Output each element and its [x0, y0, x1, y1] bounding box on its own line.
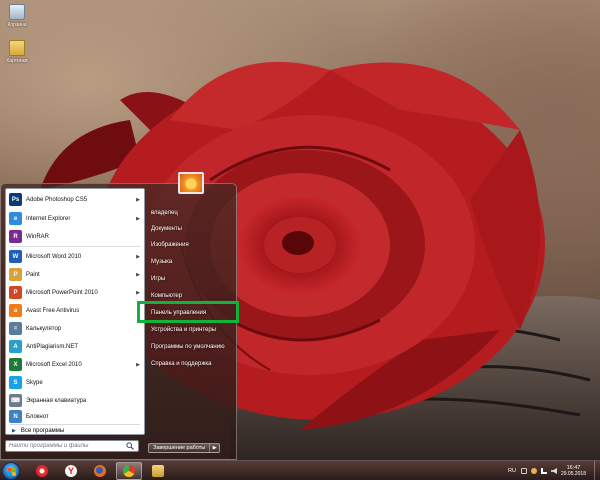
- program-label: Internet Explorer: [26, 215, 71, 222]
- pictures-link[interactable]: Изображения: [151, 242, 189, 248]
- file-explorer-icon: [152, 465, 164, 477]
- program-avast[interactable]: a Avast Free Antivirus: [6, 302, 144, 319]
- desktop-icon-label: Картинки: [6, 58, 28, 64]
- submenu-arrow-icon: ▶: [136, 361, 140, 368]
- search-icon[interactable]: [126, 442, 134, 450]
- folder-icon: [9, 40, 25, 56]
- language-indicator[interactable]: RU: [508, 468, 516, 474]
- volume-icon[interactable]: [550, 468, 557, 474]
- program-label: Avast Free Antivirus: [26, 307, 80, 314]
- program-label: Блокнот: [26, 413, 49, 420]
- flag-icon[interactable]: [530, 468, 537, 474]
- yandex-browser-icon: Y: [65, 465, 77, 477]
- shutdown-button-group: Завершение работы ▶: [148, 443, 221, 453]
- program-label: Экранная клавиатура: [26, 397, 87, 404]
- arrow-right-icon: ▶: [12, 428, 16, 434]
- program-notepad[interactable]: N Блокнот: [6, 408, 144, 425]
- shutdown-options-arrow-icon[interactable]: ▶: [210, 444, 219, 452]
- internet-explorer-icon: e: [9, 212, 22, 225]
- search-input[interactable]: [6, 443, 124, 449]
- program-calculator[interactable]: = Калькулятор: [6, 320, 144, 337]
- desktop-icon-pictures-folder[interactable]: Картинки: [2, 40, 32, 64]
- windows-logo-icon: [8, 468, 16, 476]
- antiplagiarism-icon: A: [9, 340, 22, 353]
- opera-icon: [36, 465, 48, 477]
- default-programs-link[interactable]: Программы по умолчанию: [151, 344, 225, 350]
- separator: [10, 246, 140, 247]
- notepad-icon: N: [9, 410, 22, 423]
- show-hidden-icons-icon[interactable]: [520, 468, 527, 474]
- paint-icon: P: [9, 268, 22, 281]
- user-avatar[interactable]: [178, 172, 204, 194]
- highlight-box: [137, 301, 239, 323]
- program-label: WinRAR: [26, 233, 50, 240]
- all-programs-label: Все программы: [20, 428, 65, 434]
- chrome-icon: [123, 465, 135, 477]
- winrar-icon: R: [9, 230, 22, 243]
- show-desktop-button[interactable]: [594, 461, 600, 480]
- computer-link[interactable]: Компьютер: [151, 293, 182, 299]
- program-label: Skype: [26, 379, 43, 386]
- photoshop-icon: Ps: [9, 193, 22, 206]
- yandex-taskbar-button[interactable]: Y: [58, 462, 84, 480]
- help-support-link[interactable]: Справка и поддержка: [151, 361, 211, 367]
- calculator-icon: =: [9, 322, 22, 335]
- network-icon[interactable]: [540, 468, 547, 474]
- submenu-arrow-icon: ▶: [136, 271, 140, 278]
- submenu-arrow-icon: ▶: [136, 196, 140, 203]
- program-word[interactable]: W Microsoft Word 2010 ▶: [6, 248, 144, 265]
- program-winrar[interactable]: R WinRAR: [6, 228, 144, 245]
- start-search-box[interactable]: [5, 440, 139, 452]
- program-powerpoint[interactable]: P Microsoft PowerPoint 2010 ▶: [6, 284, 144, 301]
- start-button[interactable]: [2, 462, 20, 480]
- explorer-taskbar-button[interactable]: [145, 462, 171, 480]
- chrome-taskbar-button[interactable]: [116, 462, 142, 480]
- program-photoshop[interactable]: Ps Adobe Photoshop CS5 ▶: [6, 191, 144, 208]
- program-skype[interactable]: S Skype: [6, 374, 144, 391]
- recycle-bin-icon: [9, 4, 25, 20]
- program-label: AntiPlagiarism.NET: [26, 343, 79, 350]
- shutdown-button[interactable]: Завершение работы: [149, 444, 211, 452]
- submenu-arrow-icon: ▶: [136, 215, 140, 222]
- excel-icon: X: [9, 358, 22, 371]
- program-on-screen-keyboard[interactable]: ⌨ Экранная клавиатура: [6, 392, 144, 409]
- word-icon: W: [9, 250, 22, 263]
- user-folder-link[interactable]: владелец: [151, 210, 178, 216]
- desktop-icon-recycle-bin[interactable]: Корзина: [2, 4, 32, 28]
- program-excel[interactable]: X Microsoft Excel 2010 ▶: [6, 356, 144, 373]
- program-label: Microsoft PowerPoint 2010: [26, 289, 98, 296]
- program-label: Microsoft Word 2010: [26, 253, 82, 260]
- skype-icon: S: [9, 376, 22, 389]
- documents-link[interactable]: Документы: [151, 226, 182, 232]
- firefox-icon: [94, 465, 106, 477]
- taskbar: Y RU 16:47 29.05.2018: [0, 460, 600, 480]
- program-label: Paint: [26, 271, 40, 278]
- start-menu: Ps Adobe Photoshop CS5 ▶ e Internet Expl…: [0, 172, 239, 460]
- music-link[interactable]: Музыка: [151, 259, 172, 265]
- all-programs-button[interactable]: ▶ Все программы: [6, 425, 144, 437]
- firefox-taskbar-button[interactable]: [87, 462, 113, 480]
- pinned-programs-list: Ps Adobe Photoshop CS5 ▶ e Internet Expl…: [5, 188, 145, 435]
- opera-taskbar-button[interactable]: [29, 462, 55, 480]
- clock-date: 29.05.2018: [560, 471, 586, 477]
- program-internet-explorer[interactable]: e Internet Explorer ▶: [6, 210, 144, 227]
- program-paint[interactable]: P Paint ▶: [6, 266, 144, 283]
- submenu-arrow-icon: ▶: [136, 289, 140, 296]
- program-antiplagiarism[interactable]: A AntiPlagiarism.NET: [6, 338, 144, 355]
- program-label: Калькулятор: [26, 325, 62, 332]
- submenu-arrow-icon: ▶: [136, 253, 140, 260]
- clock[interactable]: 16:47 29.05.2018: [561, 465, 586, 477]
- system-tray: RU 16:47 29.05.2018: [508, 461, 600, 480]
- program-label: Adobe Photoshop CS5: [26, 196, 88, 203]
- program-label: Microsoft Excel 2010: [26, 361, 82, 368]
- desktop-icon-label: Корзина: [7, 22, 27, 28]
- games-link[interactable]: Игры: [151, 276, 165, 282]
- powerpoint-icon: P: [9, 286, 22, 299]
- avast-icon: a: [9, 304, 22, 317]
- keyboard-icon: ⌨: [9, 394, 22, 407]
- devices-printers-link[interactable]: Устройства и принтеры: [151, 327, 216, 333]
